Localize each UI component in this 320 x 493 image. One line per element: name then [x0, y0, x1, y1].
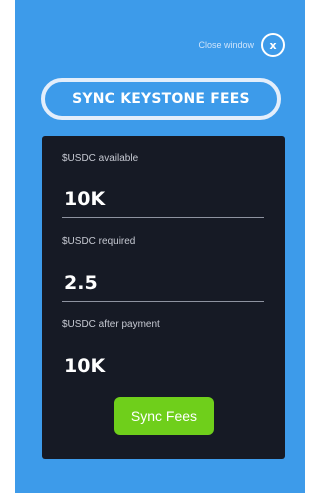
usdc-required-underline	[62, 301, 264, 302]
sync-fees-button[interactable]: Sync Fees	[114, 397, 214, 435]
close-icon: x	[269, 38, 277, 52]
usdc-after-payment-value: 10K	[64, 355, 106, 377]
close-window-button[interactable]: x	[261, 33, 285, 57]
fees-card: $USDC available 10K $USDC required 2.5 $…	[42, 136, 285, 459]
usdc-available-value[interactable]: 10K	[64, 188, 105, 210]
usdc-required-value[interactable]: 2.5	[64, 272, 98, 294]
sync-fees-panel: Close window x SYNC KEYSTONE FEES $USDC …	[15, 0, 305, 493]
close-window-row: Close window x	[198, 33, 285, 57]
sync-keystone-fees-title[interactable]: SYNC KEYSTONE FEES	[41, 78, 281, 120]
usdc-available-label: $USDC available	[62, 153, 139, 164]
usdc-available-underline	[62, 217, 264, 218]
usdc-required-label: $USDC required	[62, 236, 136, 247]
close-window-label[interactable]: Close window	[198, 40, 254, 50]
usdc-after-payment-label: $USDC after payment	[62, 319, 160, 330]
